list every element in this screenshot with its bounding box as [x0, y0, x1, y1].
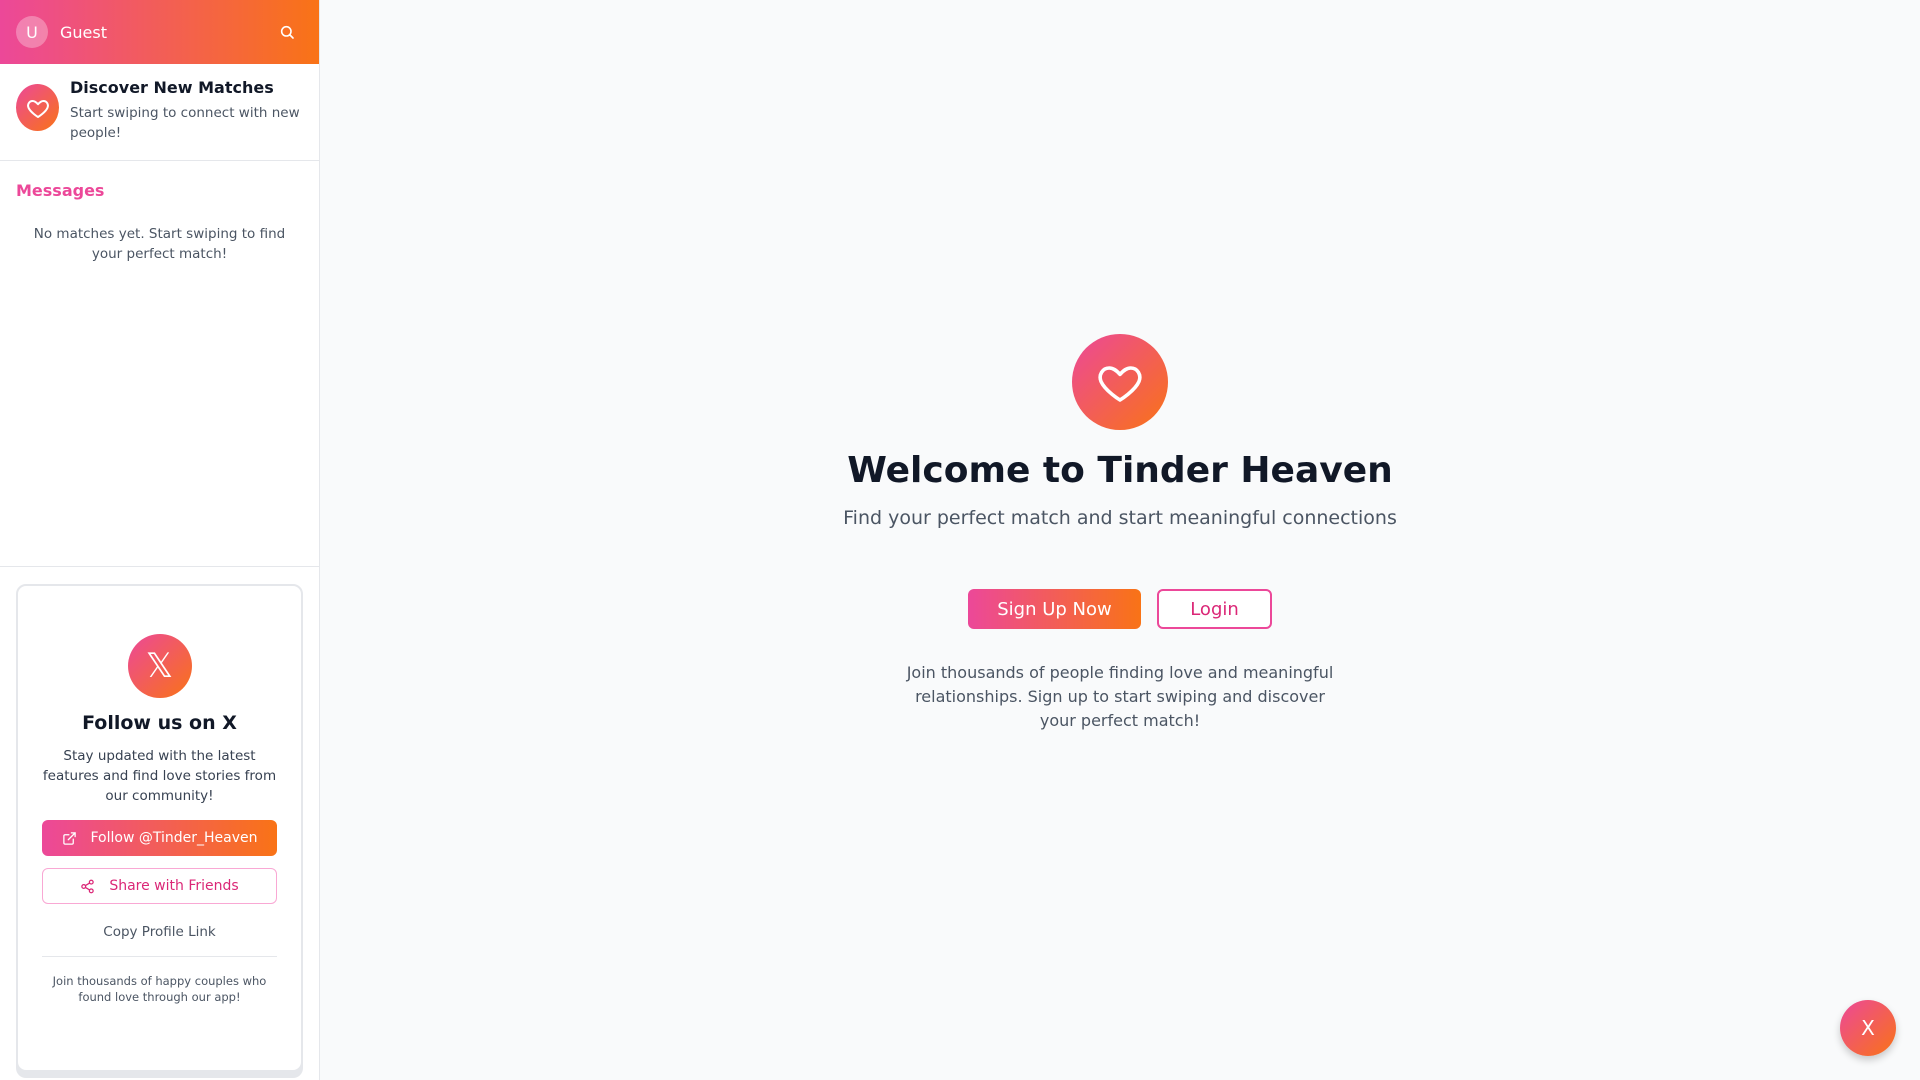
follow-button-label: Follow @Tinder_Heaven	[90, 830, 258, 846]
follow-card: 𝕏 Follow us on X Stay updated with the l…	[16, 584, 303, 1072]
avatar[interactable]: U	[16, 16, 48, 48]
messages-heading: Messages	[16, 181, 105, 200]
sidebar-header: U Guest	[0, 0, 319, 64]
close-icon: X	[1861, 1016, 1875, 1040]
user-name: Guest	[60, 22, 107, 42]
follow-title: Follow us on X	[82, 712, 237, 734]
login-button[interactable]: Login	[1157, 589, 1272, 629]
divider	[42, 956, 277, 957]
page-subtitle: Find your perfect match and start meanin…	[843, 507, 1397, 529]
share-icon	[81, 879, 95, 893]
discover-subtitle: Start swiping to connect with new people…	[70, 105, 300, 141]
x-logo-icon: 𝕏	[127, 634, 192, 698]
copy-profile-link[interactable]: Copy Profile Link	[18, 924, 301, 940]
share-button-label: Share with Friends	[109, 878, 239, 894]
join-text: Join thousands of people finding love an…	[906, 663, 1334, 730]
share-button[interactable]: Share with Friends	[42, 868, 277, 904]
search-icon	[280, 25, 294, 39]
discover-matches-card[interactable]: Discover New Matches Start swiping to co…	[0, 64, 319, 161]
close-fab-button[interactable]: X	[1840, 1000, 1896, 1056]
sidebar-footer: 𝕏 Follow us on X Stay updated with the l…	[0, 566, 319, 1080]
heart-icon	[1072, 334, 1168, 430]
cta-buttons: Sign Up Now Login	[320, 589, 1920, 629]
page-title: Welcome to Tinder Heaven	[847, 450, 1393, 491]
search-button[interactable]	[271, 16, 303, 48]
follow-button[interactable]: Follow @Tinder_Heaven	[42, 820, 277, 856]
sidebar: U Guest Discover New Matches Start swipi…	[0, 0, 320, 1080]
heart-icon	[16, 84, 59, 131]
sign-up-button[interactable]: Sign Up Now	[968, 589, 1141, 629]
external-link-icon	[62, 831, 76, 845]
follow-description: Stay updated with the latest features an…	[42, 748, 277, 804]
main-content: Welcome to Tinder Heaven Find your perfe…	[320, 0, 1920, 1080]
discover-title: Discover New Matches	[70, 78, 274, 97]
follow-footer-text: Join thousands of happy couples who foun…	[52, 974, 267, 1004]
welcome-hero: Welcome to Tinder Heaven Find your perfe…	[320, 334, 1920, 733]
no-matches-text: No matches yet. Start swiping to find yo…	[33, 226, 286, 262]
